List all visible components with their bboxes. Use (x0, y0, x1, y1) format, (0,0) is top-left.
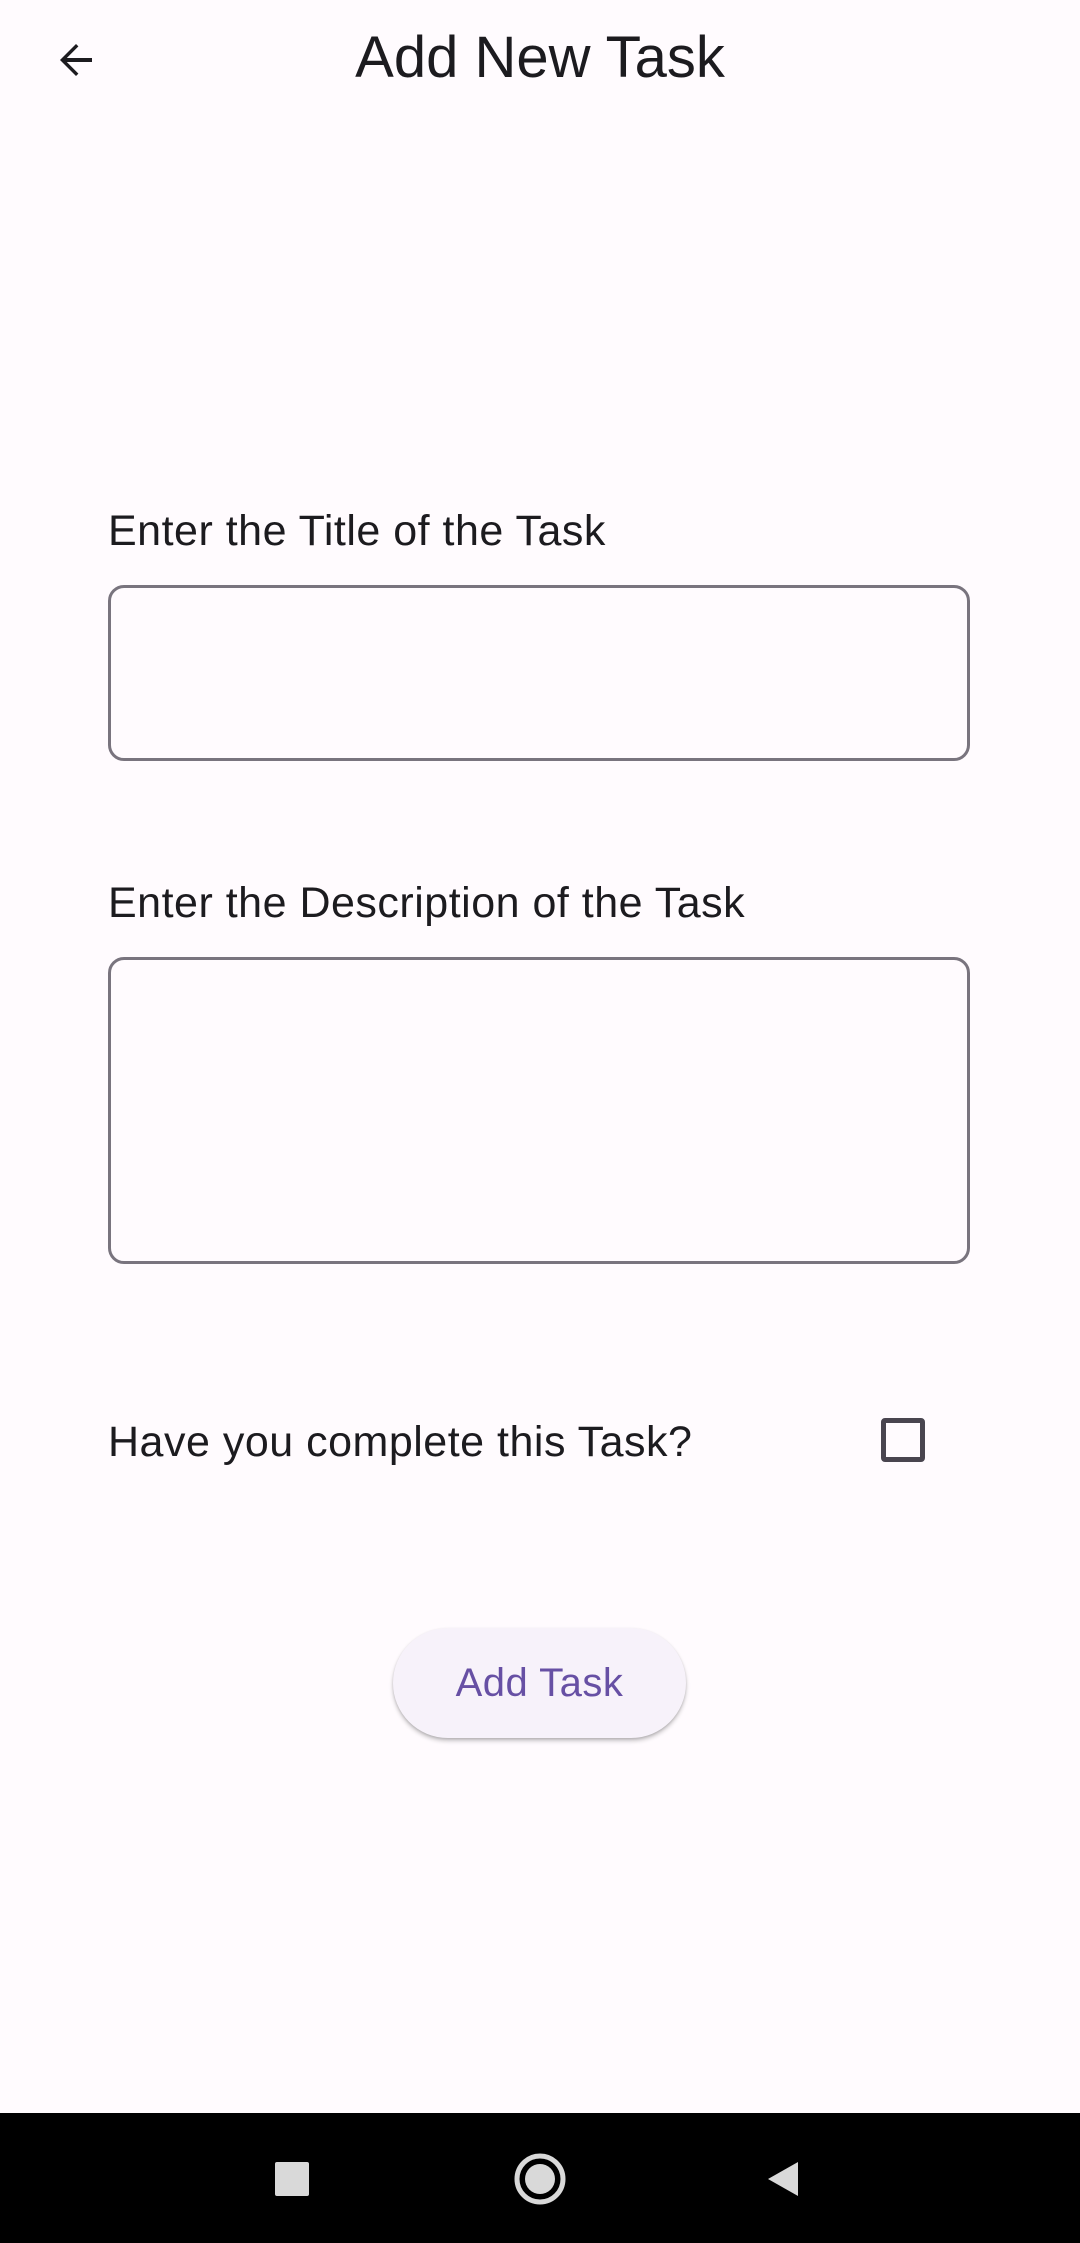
add-task-screen: Add New Task Enter the Title of the Task… (0, 0, 1080, 2243)
title-input[interactable] (108, 585, 970, 761)
circle-icon (514, 2153, 566, 2205)
system-nav-bar (0, 2113, 1080, 2243)
title-field-label: Enter the Title of the Task (108, 507, 606, 555)
complete-label: Have you complete this Task? (108, 1418, 693, 1466)
app-bar: Add New Task (0, 0, 1080, 120)
square-icon (275, 2162, 309, 2196)
complete-checkbox[interactable] (881, 1418, 925, 1462)
description-field-label: Enter the Description of the Task (108, 879, 746, 927)
recents-button[interactable] (252, 2139, 332, 2219)
triangle-back-icon (768, 2162, 798, 2196)
description-input[interactable] (108, 957, 970, 1264)
add-task-button[interactable]: Add Task (393, 1628, 686, 1738)
complete-row: Have you complete this Task? (108, 1410, 970, 1474)
page-title: Add New Task (355, 25, 725, 90)
system-back-button[interactable] (744, 2139, 824, 2219)
home-button[interactable] (500, 2139, 580, 2219)
